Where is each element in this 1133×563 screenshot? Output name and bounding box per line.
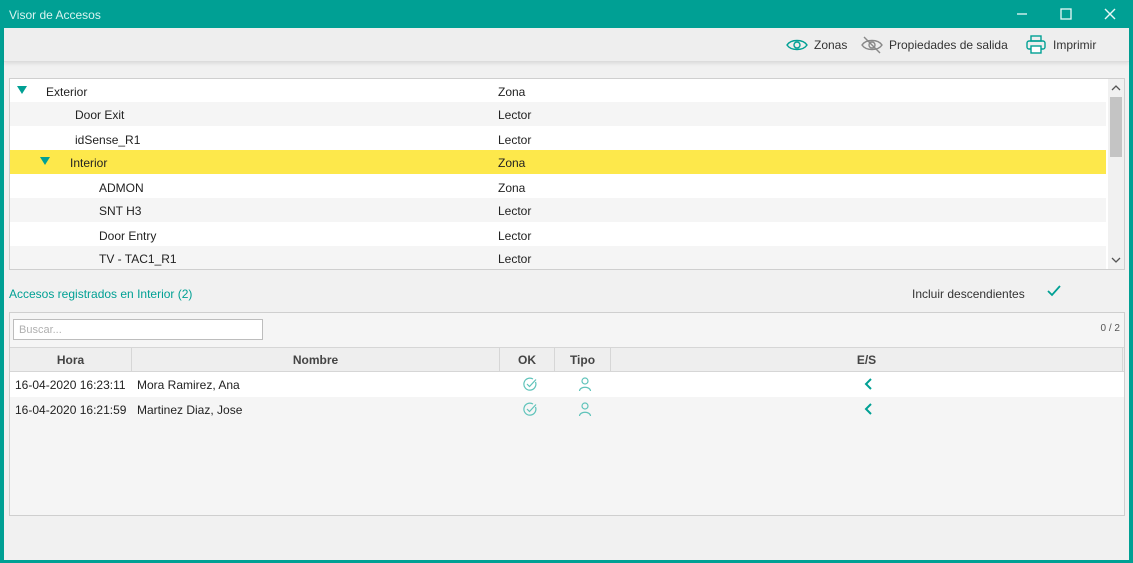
table-row[interactable]: 16-04-2020 16:23:11 Mora Ramirez, Ana (10, 372, 1124, 397)
client-area: Zonas Propiedades de salida Imprimir Ext… (4, 28, 1129, 560)
tree-row-interior[interactable]: Interior Zona (10, 150, 1106, 174)
tree-row-name: SNT H3 (99, 204, 142, 218)
column-header-ok[interactable]: OK (500, 348, 555, 372)
tree-row-name: ADMON (99, 181, 144, 195)
tree-row-admon[interactable]: ADMON Zona (10, 175, 1106, 199)
table-row[interactable]: 16-04-2020 16:21:59 Martinez Diaz, Jose (10, 397, 1124, 422)
check-circle-icon (523, 377, 537, 391)
scrollbar-thumb[interactable] (1110, 97, 1122, 157)
tree-row-kind: Zona (498, 181, 526, 195)
tree-row-name: idSense_R1 (75, 133, 141, 147)
app-window: Visor de Accesos Zonas Propiedades de sa… (0, 0, 1133, 563)
tree-row-name: Exterior (46, 85, 88, 99)
tree-row-exterior[interactable]: Exterior Zona (10, 79, 1106, 103)
tree-row-door-entry[interactable]: Door Entry Lector (10, 223, 1106, 247)
include-descendants-label: Incluir descendientes (912, 287, 1025, 301)
tree-row-snt-h3[interactable]: SNT H3 Lector (10, 198, 1106, 222)
zonas-button[interactable]: Zonas (786, 33, 847, 57)
expand-triangle-icon[interactable] (17, 86, 27, 94)
eye-off-icon (861, 36, 883, 54)
result-count: 0 / 2 (1100, 323, 1120, 334)
scroll-up-icon[interactable] (1111, 83, 1121, 93)
column-header-es[interactable]: E/S (611, 348, 1123, 372)
tree-row-name: Door Entry (99, 229, 157, 243)
close-button[interactable] (1090, 0, 1130, 28)
maximize-button[interactable] (1046, 0, 1086, 28)
column-header-hora[interactable]: Hora (10, 348, 132, 372)
propiedades-label: Propiedades de salida (889, 38, 1008, 52)
imprimir-button[interactable]: Imprimir (1025, 33, 1096, 57)
include-descendants-checkbox[interactable] (1046, 283, 1062, 299)
minimize-button[interactable] (1002, 0, 1042, 28)
check-circle-icon (523, 402, 537, 416)
cell-nombre: Mora Ramirez, Ana (137, 378, 240, 392)
tree-row-name: Interior (70, 156, 108, 170)
title-bar: Visor de Accesos (0, 0, 1133, 28)
imprimir-label: Imprimir (1053, 38, 1097, 52)
column-header-nombre[interactable]: Nombre (132, 348, 500, 372)
grid-header: Hora Nombre OK Tipo E/S (10, 347, 1124, 372)
chevron-left-icon (864, 378, 872, 390)
tree-row-kind: Zona (498, 156, 526, 170)
chevron-left-icon (864, 403, 872, 415)
maximize-icon (1060, 8, 1072, 20)
person-icon (578, 402, 592, 417)
printer-icon (1026, 35, 1046, 54)
cell-hora: 16-04-2020 16:23:11 (15, 378, 126, 392)
zone-tree[interactable]: Exterior Zona Door Exit Lector idSense_R… (9, 78, 1125, 270)
tree-row-name: Door Exit (75, 108, 125, 122)
accesses-panel: 0 / 2 Hora Nombre OK Tipo E/S 16-04-2020… (9, 312, 1125, 516)
eye-icon (786, 39, 808, 51)
tree-row-kind: Lector (498, 204, 532, 218)
expand-triangle-icon[interactable] (40, 157, 50, 165)
tree-row-tv-tac1[interactable]: TV - TAC1_R1 Lector (10, 246, 1106, 269)
tree-row-door-exit[interactable]: Door Exit Lector (10, 102, 1106, 126)
tree-row-kind: Lector (498, 229, 532, 243)
close-icon (1104, 8, 1116, 20)
tree-scrollbar[interactable] (1108, 79, 1124, 269)
search-input[interactable] (13, 319, 263, 340)
window-title: Visor de Accesos (9, 8, 101, 22)
person-icon (578, 377, 592, 392)
minimize-icon (1017, 13, 1027, 15)
tree-row-idsense[interactable]: idSense_R1 Lector (10, 127, 1106, 151)
propiedades-salida-button[interactable]: Propiedades de salida (861, 33, 1008, 57)
cell-hora: 16-04-2020 16:21:59 (15, 403, 127, 417)
zonas-label: Zonas (814, 38, 848, 52)
toolbar: Zonas Propiedades de salida Imprimir (4, 28, 1129, 62)
tree-row-kind: Zona (498, 85, 526, 99)
tree-row-name: TV - TAC1_R1 (99, 252, 177, 266)
cell-nombre: Martinez Diaz, Jose (137, 403, 243, 417)
tree-row-kind: Lector (498, 133, 532, 147)
accesses-title: Accesos registrados en Interior (2) (9, 287, 193, 301)
column-header-tipo[interactable]: Tipo (555, 348, 611, 372)
tree-row-kind: Lector (498, 108, 532, 122)
scroll-down-icon[interactable] (1111, 255, 1121, 265)
tree-row-kind: Lector (498, 252, 532, 266)
